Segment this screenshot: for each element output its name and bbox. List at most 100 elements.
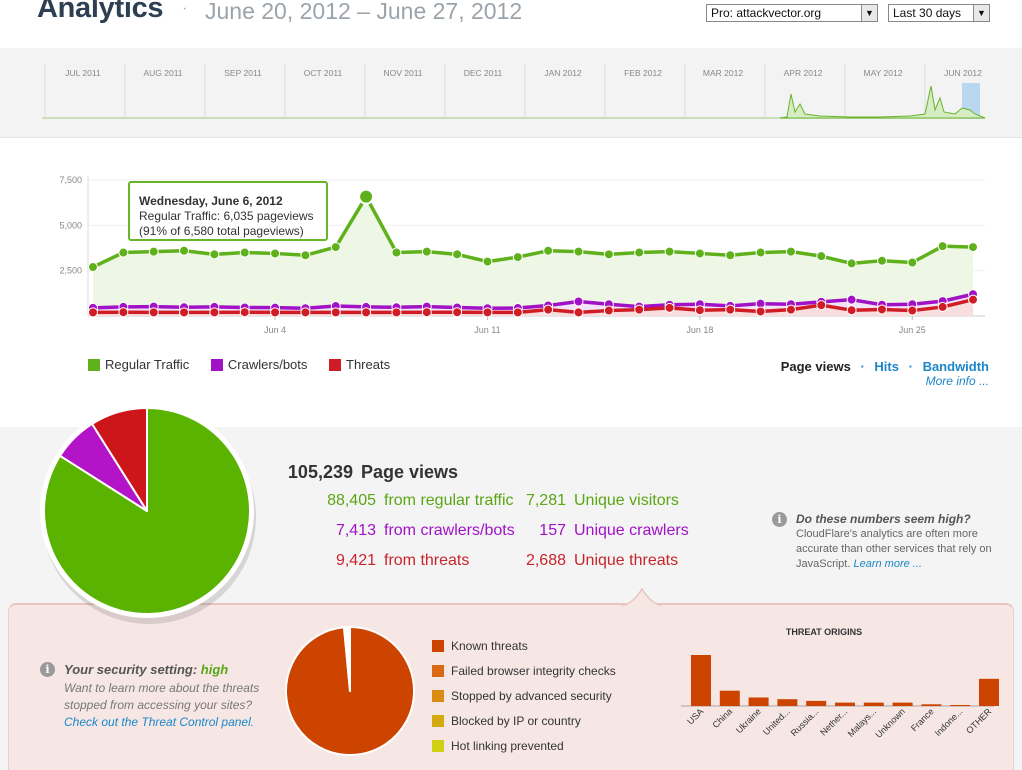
data-point <box>482 256 493 267</box>
data-point <box>361 307 372 318</box>
tab-hits[interactable]: Hits <box>874 359 899 374</box>
period-select[interactable]: Last 30 days ▼ <box>888 4 990 22</box>
total-value: 105,239 <box>287 462 353 482</box>
data-point <box>209 307 220 318</box>
learn-more-link[interactable]: Learn more ... <box>853 558 921 570</box>
origin-bar <box>719 690 740 706</box>
period-select-value: Last 30 days <box>893 6 962 20</box>
threat-types-legend: Known threats Failed browser integrity c… <box>432 633 616 758</box>
data-point <box>239 307 250 318</box>
y-tick-label: 5,000 <box>59 220 82 230</box>
legend-threats[interactable]: Threats <box>329 357 390 372</box>
note-question: Do these numbers seem high? <box>796 512 971 526</box>
threat-type-label: Known threats <box>451 638 528 653</box>
stat-label: from crawlers/bots <box>384 522 515 539</box>
overview-traffic-area <box>779 85 986 119</box>
origin-label: USA <box>685 706 705 726</box>
origin-label: Indone... <box>933 706 965 738</box>
overview-month-label: DEC 2011 <box>464 68 503 78</box>
site-select-value: Pro: attackvector.org <box>711 6 822 20</box>
origin-bar <box>777 699 798 706</box>
security-setting: Your security setting: high <box>64 662 228 677</box>
data-point <box>452 249 463 260</box>
chart-tooltip: Wednesday, June 6, 2012 Regular Traffic:… <box>128 181 328 241</box>
traffic-chart: 7,500 5,000 2,500 Jun 4 Jun 11 Jun 18 Jun 25 W… <box>0 138 1022 428</box>
origin-bar <box>691 655 711 706</box>
security-setting-label: Your security setting: <box>64 662 198 677</box>
origin-bar <box>748 697 769 706</box>
overview-month-label: SEP 2011 <box>224 68 262 78</box>
page-title: Analytics <box>37 0 164 24</box>
analytics-page: Analytics · June 20, 2012 – June 27, 201… <box>0 0 1022 770</box>
data-point <box>391 307 402 318</box>
threat-origins-chart: THREAT ORIGINS USA China Ukraine United... R… <box>659 615 999 770</box>
data-point <box>846 305 857 316</box>
unique-value: 2,688 <box>525 552 566 569</box>
origin-bar <box>806 700 827 706</box>
data-point <box>816 300 827 311</box>
stat-value: 9,421 <box>335 552 376 569</box>
stat-value: 88,405 <box>327 492 376 509</box>
data-point <box>755 306 766 317</box>
threat-type-item: Hot linking prevented <box>432 733 616 758</box>
legend-swatch <box>88 358 100 371</box>
data-point <box>907 305 918 316</box>
page-views-total: 105,239 Page views <box>283 462 458 483</box>
data-point <box>330 242 341 253</box>
panel-notch <box>622 587 662 606</box>
origin-label: France <box>909 706 936 733</box>
overview-month-label: NOV 2011 <box>383 68 422 78</box>
origin-bar <box>950 705 971 706</box>
data-point <box>239 247 250 258</box>
origin-label: Ukraine <box>734 706 763 735</box>
legend-regular[interactable]: Regular Traffic <box>88 357 189 372</box>
more-info-link[interactable]: More info ... <box>926 374 989 388</box>
data-point <box>88 307 98 318</box>
data-point <box>664 246 675 257</box>
origin-bar <box>979 678 999 706</box>
origin-label: Nether... <box>818 706 849 737</box>
origin-label: China <box>711 706 735 730</box>
site-select[interactable]: Pro: attackvector.org ▼ <box>706 4 878 22</box>
data-point <box>512 252 523 263</box>
threat-type-label: Failed browser integrity checks <box>451 663 616 678</box>
data-point <box>968 242 978 253</box>
overview-month-label: FEB 2012 <box>624 68 662 78</box>
legend-crawlers[interactable]: Crawlers/bots <box>210 357 307 372</box>
total-label: Page views <box>361 462 459 482</box>
unique-value: 7,281 <box>525 492 566 509</box>
data-point <box>603 305 614 316</box>
legend-label: Threats <box>346 357 391 372</box>
stat-row-threats: 9,421 from threats 2,688 Unique threats <box>283 552 678 570</box>
data-point <box>785 304 796 315</box>
threat-types-pie <box>285 626 415 756</box>
chevron-down-icon: ▼ <box>861 5 877 21</box>
data-point <box>330 307 341 318</box>
data-point <box>118 247 129 258</box>
overview-month-label: JAN 2012 <box>544 68 582 78</box>
metric-tabs: Page views · Hits · Bandwidth <box>775 359 989 374</box>
tab-bandwidth[interactable]: Bandwidth <box>923 359 989 374</box>
legend-swatch <box>432 739 444 752</box>
data-point <box>725 250 736 261</box>
legend-swatch <box>329 358 342 371</box>
data-point <box>816 251 827 262</box>
data-point <box>846 258 857 269</box>
overview-month-label: AUG 2011 <box>143 68 182 78</box>
origin-label: OTHER <box>964 706 994 736</box>
overview-month-label: APR 2012 <box>784 68 823 78</box>
threat-control-link[interactable]: Check out the Threat Control panel. <box>64 715 254 729</box>
data-point <box>482 307 493 318</box>
x-tick-label: Jun 25 <box>899 325 926 335</box>
y-tick-label: 2,500 <box>59 266 82 276</box>
threat-type-label: Blocked by IP or country <box>451 713 581 728</box>
threat-type-label: Hot linking prevented <box>451 738 564 753</box>
threat-type-item: Stopped by advanced security <box>432 683 616 708</box>
header: Analytics · June 20, 2012 – June 27, 201… <box>0 0 1022 48</box>
overview-timeline[interactable]: JUL 2011 AUG 2011 SEP 2011 OCT 2011 NOV 2011… <box>0 48 1022 138</box>
legend-swatch <box>210 358 223 371</box>
tab-page-views[interactable]: Page views <box>781 359 851 374</box>
legend-swatch <box>432 714 444 727</box>
data-point <box>270 307 281 318</box>
x-tick-label: Jun 11 <box>474 325 500 335</box>
